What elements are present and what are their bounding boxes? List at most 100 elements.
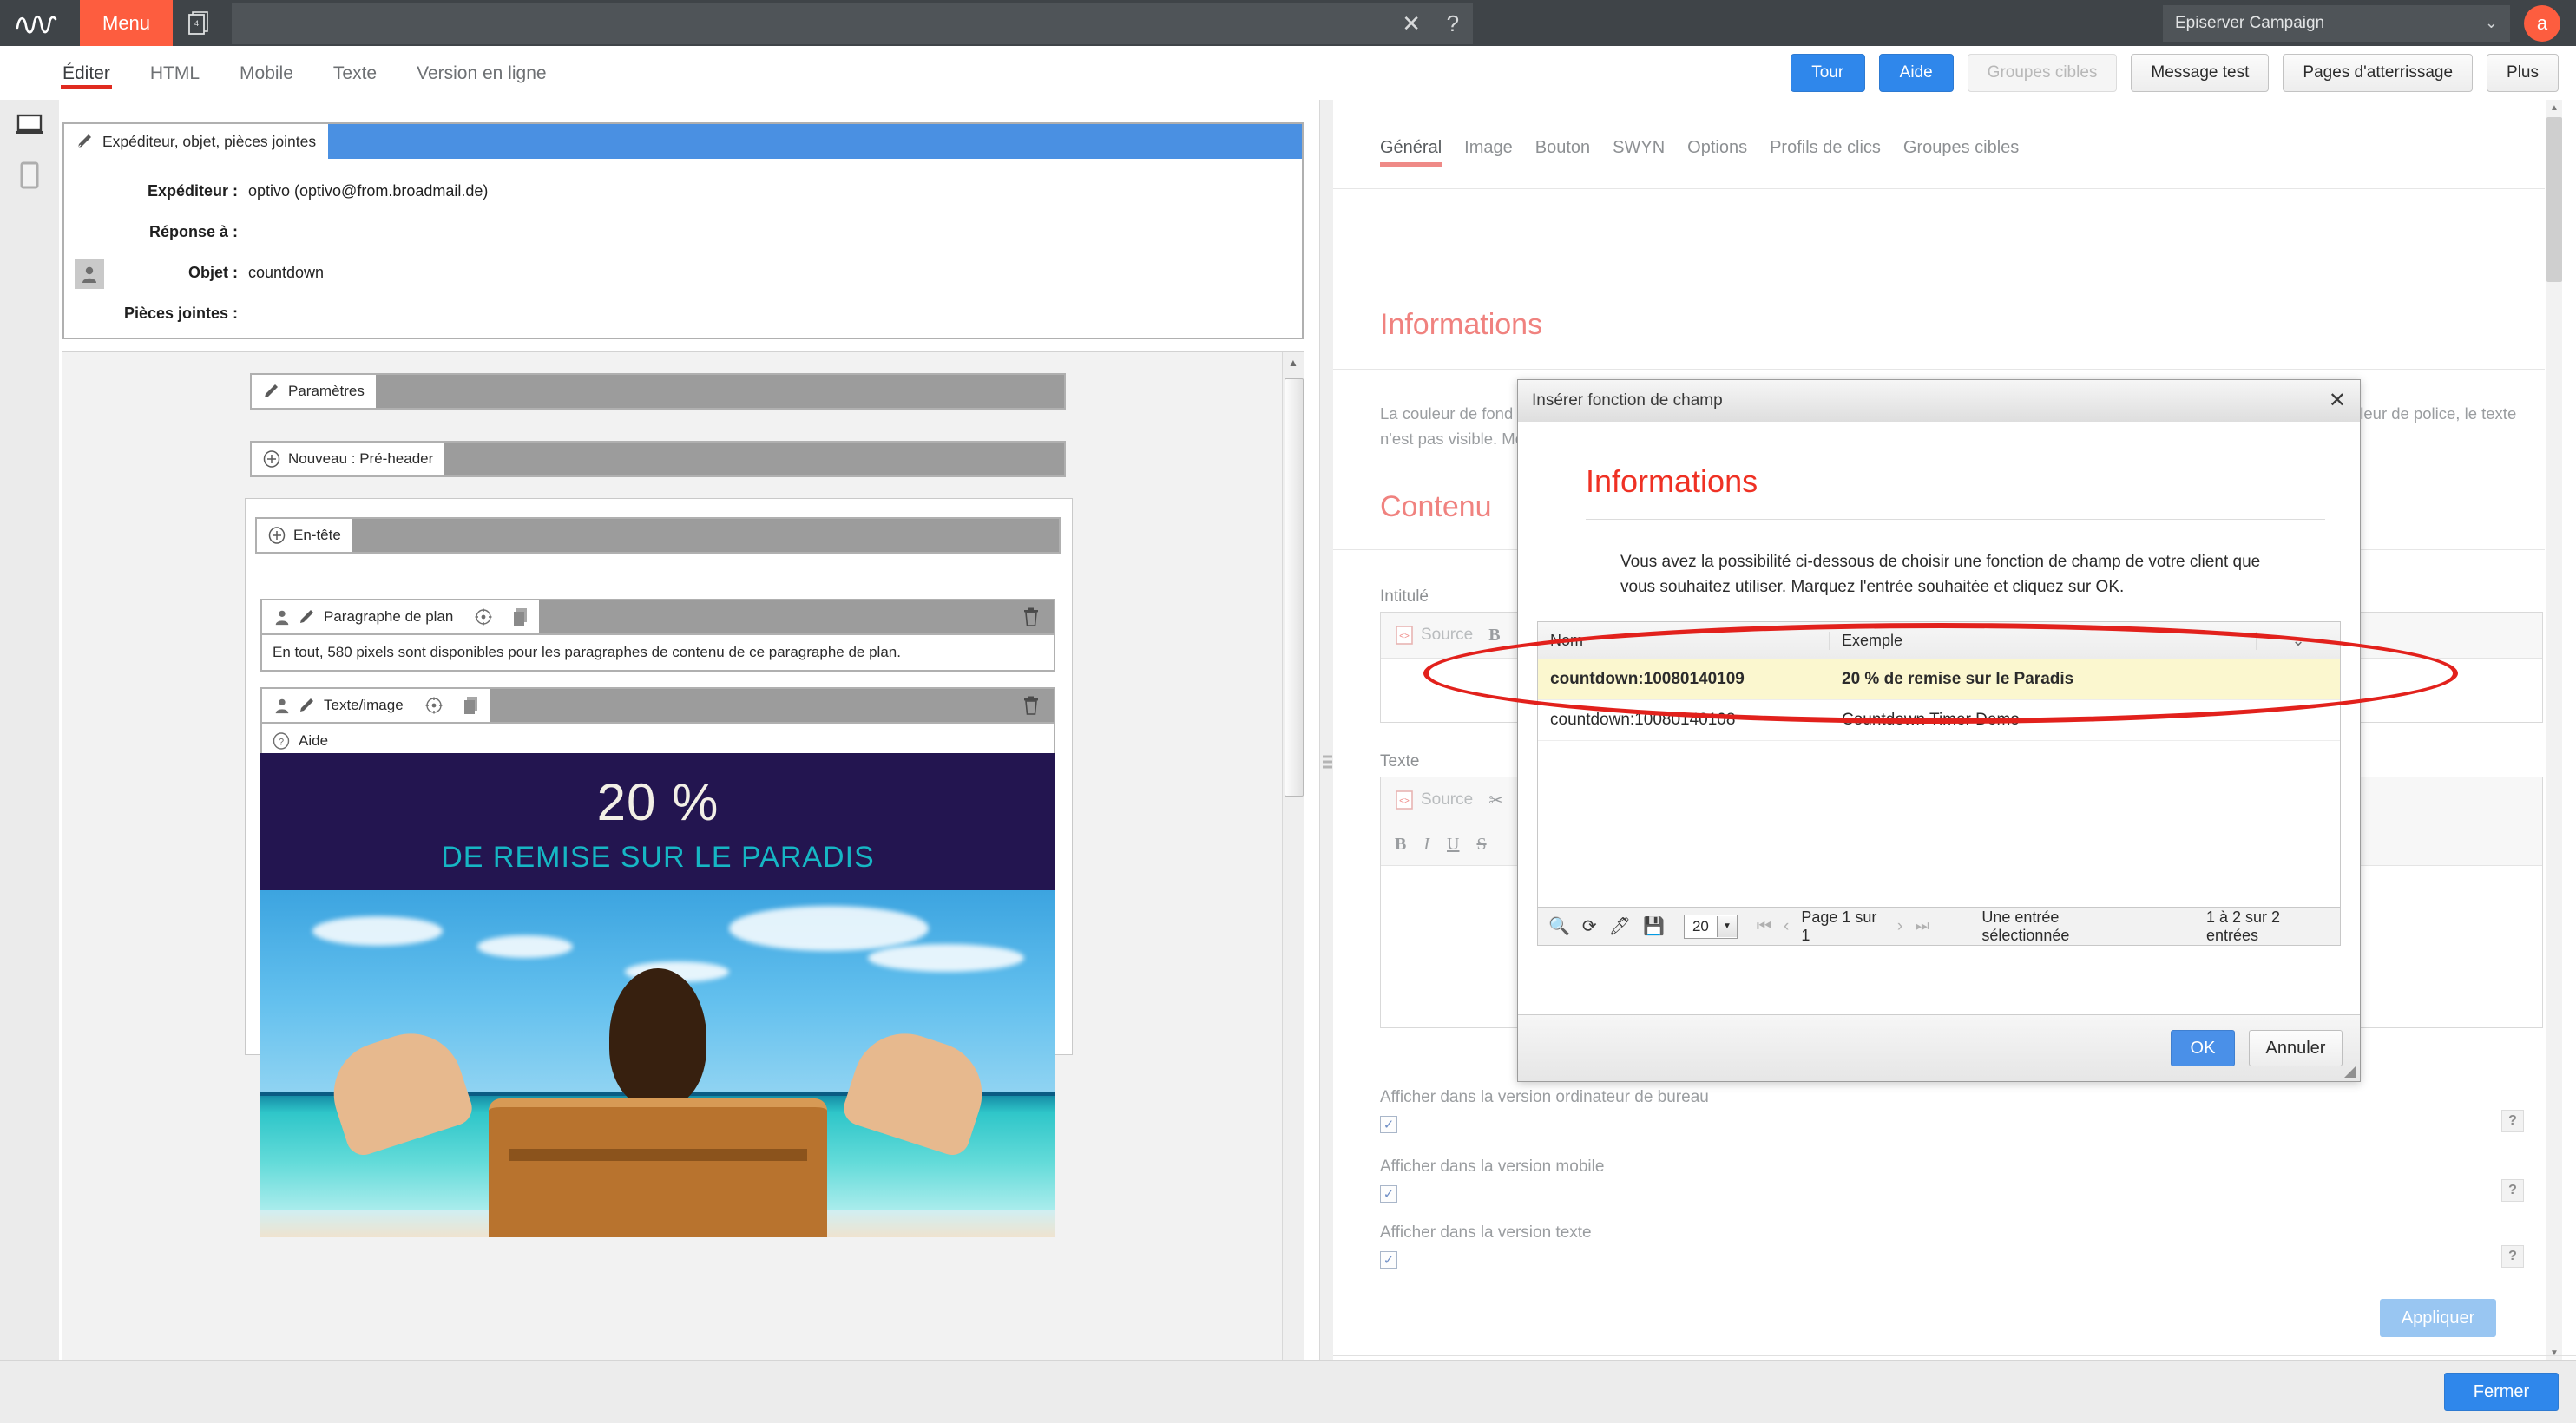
block-paragraphe-de-plan[interactable]: Paragraphe de plan En tout, 580 pixels s… [260, 599, 1055, 672]
message-test-button[interactable]: Message test [2131, 54, 2270, 92]
sender-edit-tab[interactable]: Expéditeur, objet, pièces jointes [64, 124, 329, 159]
next-page-icon[interactable]: › [1897, 917, 1902, 936]
block-en-tete[interactable]: En-tête [255, 517, 1061, 554]
scroll-down-icon[interactable]: ▼ [2546, 1345, 2562, 1361]
block-parametres-tab[interactable]: Paramètres [252, 375, 376, 408]
block-preheader-tab[interactable]: Nouveau : Pré-header [252, 443, 445, 475]
properties-scrollbar[interactable]: ▲ ▼ [2546, 100, 2562, 1361]
refresh-icon[interactable]: ⟳ [1582, 915, 1597, 937]
tab-general[interactable]: Général [1380, 138, 1442, 167]
checkbox-texte-label: Afficher dans la version texte [1380, 1223, 1592, 1242]
block-paragraphe-tab[interactable]: Paragraphe de plan [262, 600, 465, 633]
bold-button[interactable]: B [1488, 626, 1500, 646]
source-button[interactable]: <> Source [1395, 790, 1473, 810]
informations-heading: Informations [1380, 308, 1543, 341]
delete-icon[interactable] [1009, 689, 1054, 722]
delete-icon[interactable] [1009, 600, 1054, 633]
tab-editer[interactable]: Éditer [56, 51, 117, 95]
move-icon[interactable] [415, 689, 452, 722]
prev-page-icon[interactable]: ‹ [1784, 917, 1789, 936]
person-icon [275, 610, 289, 626]
canvas-scrollbar[interactable]: ▲ ▼ [1282, 352, 1304, 1423]
source-button[interactable]: <> Source [1395, 625, 1473, 646]
first-page-icon[interactable]: ⏮ [1757, 917, 1771, 936]
underline-button[interactable]: U [1447, 835, 1459, 855]
toolbar-buttons: Tour Aide Groupes cibles Message test Pa… [1790, 46, 2559, 100]
italic-button[interactable]: I [1423, 835, 1429, 855]
last-page-icon[interactable]: ⏭ [1915, 917, 1929, 936]
tour-button[interactable]: Tour [1790, 54, 1865, 92]
scroll-thumb[interactable] [2546, 117, 2562, 282]
block-texte-image-help-label[interactable]: Aide [299, 732, 328, 750]
block-texte-image-tab[interactable]: Texte/image [262, 689, 415, 722]
expediteur-value[interactable]: optivo (optivo@from.broadmail.de) [248, 182, 488, 200]
help-circle-icon[interactable]: ? [1447, 12, 1459, 35]
checkbox-mobile[interactable]: ✓ [1380, 1185, 1397, 1203]
block-texte-image[interactable]: Texte/image ? Aide [260, 687, 1055, 760]
tab-html[interactable]: HTML [143, 51, 207, 95]
block-en-tete-tab[interactable]: En-tête [257, 519, 352, 552]
menu-button[interactable]: Menu [80, 0, 174, 46]
plus-button[interactable]: Plus [2487, 54, 2559, 92]
avatar[interactable]: a [2524, 4, 2560, 42]
page-size-select[interactable]: 20 ▼ [1683, 914, 1738, 939]
block-texte-image-label: Texte/image [324, 697, 404, 713]
scroll-thumb[interactable] [1285, 378, 1304, 797]
block-preheader[interactable]: Nouveau : Pré-header [250, 441, 1066, 477]
move-icon[interactable] [465, 600, 503, 633]
objet-value[interactable]: countdown [248, 264, 324, 282]
column-header-exemple[interactable]: Exemple [1830, 631, 2257, 650]
tab-mobile[interactable]: Mobile [233, 51, 300, 95]
bold-button[interactable]: B [1395, 835, 1406, 855]
help-desktop-icon[interactable]: ? [2501, 1110, 2524, 1132]
scroll-up-icon[interactable]: ▲ [1283, 352, 1304, 373]
search-icon[interactable]: 🔍 [1548, 915, 1570, 937]
workspace-stack-icon[interactable]: 4 [173, 0, 225, 46]
desktop-preview-icon[interactable] [0, 100, 59, 150]
column-menu-icon[interactable]: ⌄ [2257, 632, 2340, 650]
dialog-title-bar[interactable]: Insérer fonction de champ ✕ [1518, 380, 2360, 423]
pages-atterrissage-button[interactable]: Pages d'atterrissage [2283, 54, 2474, 92]
brush-icon [300, 610, 313, 623]
help-texte-icon[interactable]: ? [2501, 1245, 2524, 1268]
tab-bouton[interactable]: Bouton [1535, 138, 1590, 167]
eraser-icon[interactable]: 🖊 [1609, 915, 1631, 937]
pieces-jointes-label: Pièces jointes : [123, 305, 238, 322]
appliquer-button[interactable]: Appliquer [2380, 1299, 2496, 1337]
save-icon[interactable]: 💾 [1643, 915, 1665, 937]
global-search[interactable]: ✕ ? [232, 2, 1474, 44]
block-parametres[interactable]: Paramètres [250, 373, 1066, 410]
tab-version-en-ligne[interactable]: Version en ligne [410, 51, 553, 95]
tab-groupes-cibles[interactable]: Groupes cibles [1903, 138, 2019, 167]
aide-button[interactable]: Aide [1878, 54, 1954, 92]
checkbox-texte[interactable]: ✓ [1380, 1251, 1397, 1269]
close-icon[interactable]: ✕ [2329, 390, 2346, 411]
tab-options[interactable]: Options [1687, 138, 1747, 167]
ok-button[interactable]: OK [2171, 1030, 2235, 1066]
tab-image[interactable]: Image [1464, 138, 1513, 167]
help-mobile-icon[interactable]: ? [2501, 1179, 2524, 1202]
groupes-cibles-button[interactable]: Groupes cibles [1967, 54, 2118, 92]
table-row[interactable]: countdown:10080140108 Countdown Timer De… [1538, 700, 2340, 741]
tab-profils-de-clics[interactable]: Profils de clics [1770, 138, 1881, 167]
strikethrough-button[interactable]: S [1476, 835, 1486, 855]
block-texte-image-head: Texte/image [262, 689, 1054, 722]
annuler-button[interactable]: Annuler [2249, 1030, 2343, 1066]
tab-swyn[interactable]: SWYN [1613, 138, 1665, 167]
tab-texte[interactable]: Texte [326, 51, 384, 95]
cut-icon[interactable]: ✂ [1488, 790, 1503, 811]
page-indicator: Page 1 sur 1 [1801, 908, 1877, 944]
fermer-button[interactable]: Fermer [2444, 1373, 2559, 1411]
block-en-tete-head: En-tête [257, 519, 1059, 552]
table-row[interactable]: countdown:10080140109 20 % de remise sur… [1538, 659, 2340, 700]
resize-grip-icon[interactable] [2344, 1066, 2356, 1078]
copy-icon[interactable] [503, 600, 540, 633]
copy-icon[interactable] [452, 689, 490, 722]
client-selector[interactable]: Episerver Campaign ⌄ [2163, 4, 2510, 42]
column-header-nom[interactable]: Nom [1538, 631, 1830, 650]
checkbox-desktop[interactable]: ✓ [1380, 1116, 1397, 1133]
mobile-preview-icon[interactable] [0, 150, 59, 200]
cloud [312, 916, 443, 946]
close-icon[interactable]: ✕ [1402, 12, 1421, 35]
scroll-up-icon[interactable]: ▲ [2546, 100, 2562, 115]
